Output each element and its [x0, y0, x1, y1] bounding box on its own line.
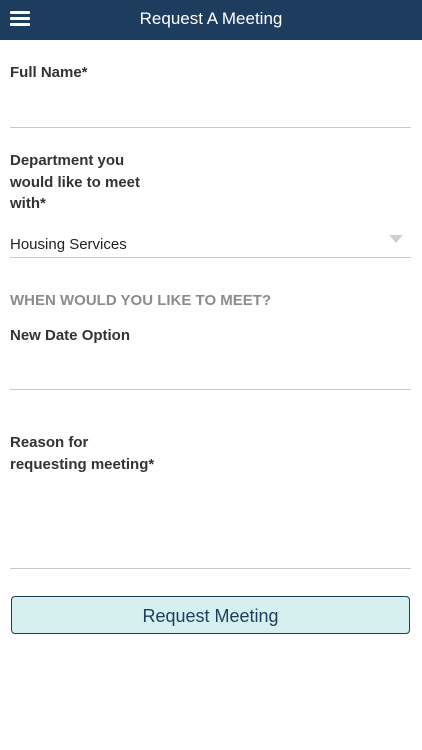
request-meeting-button[interactable]: Request Meeting	[11, 596, 410, 634]
department-underline	[10, 257, 411, 258]
full-name-input[interactable]	[10, 98, 411, 122]
reason-label-line-2: requesting meeting*	[10, 455, 155, 473]
new-date-underline	[10, 389, 411, 390]
new-date-input[interactable]	[10, 360, 411, 384]
department-label-line-1: Department you	[10, 152, 125, 169]
reason-textarea[interactable]	[10, 480, 411, 564]
full-name-underline	[10, 127, 411, 128]
department-label-line-3: with*	[10, 195, 46, 212]
reason-label-line-1: Reason for	[10, 434, 89, 451]
reason-label: Reason for requesting meeting*	[10, 432, 154, 475]
department-selected-value: Housing Services	[10, 236, 127, 253]
reason-underline	[10, 568, 411, 569]
dropdown-arrow-icon[interactable]	[389, 235, 403, 243]
department-label: Department you would like to meet with*	[10, 150, 140, 215]
app-header: Request A Meeting	[0, 0, 422, 40]
department-label-line-2: would like to meet	[10, 173, 141, 191]
schedule-section-heading: WHEN WOULD YOU LIKE TO MEET?	[10, 292, 272, 309]
page-title: Request A Meeting	[139, 9, 283, 28]
new-date-label: New Date Option	[10, 327, 131, 344]
full-name-label: Full Name*	[10, 64, 88, 81]
